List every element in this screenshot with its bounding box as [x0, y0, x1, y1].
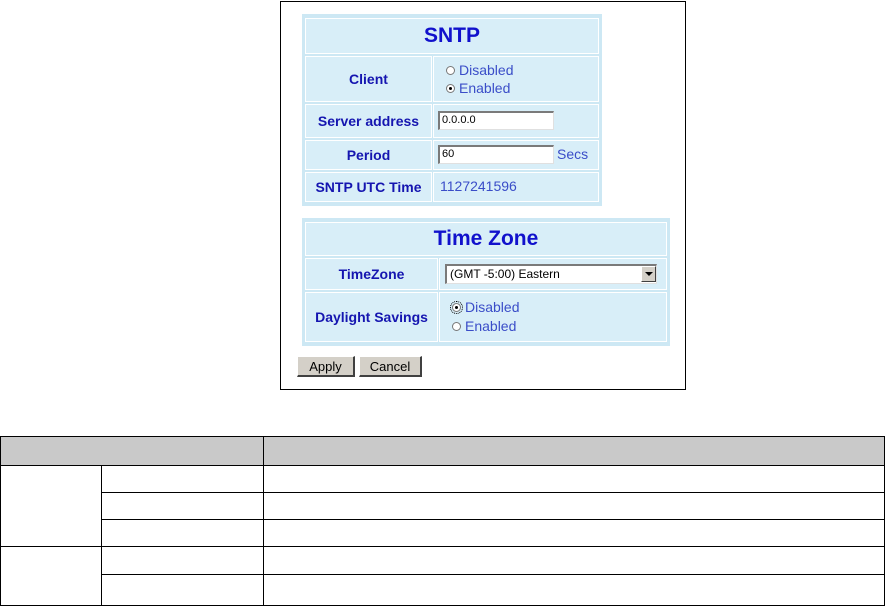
- dst-disabled-radio[interactable]: [450, 301, 463, 314]
- client-disabled-label: Disabled: [459, 62, 514, 78]
- client-disabled-radio[interactable]: [446, 66, 455, 75]
- client-enabled-label: Enabled: [459, 80, 511, 96]
- utc-time-value: 1127241596: [440, 178, 517, 194]
- server-address-input[interactable]: 0.0.0.0: [438, 111, 554, 130]
- table-row-divider: [0, 546, 885, 547]
- server-address-label: Server address: [305, 104, 432, 138]
- dst-enabled-label: Enabled: [465, 318, 517, 334]
- sntp-title: SNTP: [305, 18, 599, 54]
- dst-enabled-radio[interactable]: [452, 322, 461, 331]
- period-label: Period: [305, 140, 432, 170]
- timezone-label: TimeZone: [305, 258, 438, 290]
- table-border: [0, 436, 1, 606]
- table-border: [0, 605, 885, 606]
- table-column-divider: [263, 436, 264, 606]
- client-label: Client: [305, 56, 432, 102]
- table-row-divider: [101, 519, 885, 520]
- table-row-divider: [101, 492, 885, 493]
- dst-disabled-label: Disabled: [465, 299, 520, 315]
- period-unit: Secs: [557, 146, 589, 162]
- period-input[interactable]: 60: [438, 145, 554, 164]
- table-row-divider: [101, 574, 885, 575]
- table-column-divider: [101, 465, 102, 606]
- timezone-selected-value: (GMT -5:00) Eastern: [450, 267, 560, 281]
- table-header-row: [0, 436, 885, 465]
- utc-time-label: SNTP UTC Time: [305, 172, 432, 202]
- apply-button[interactable]: Apply: [297, 356, 355, 377]
- daylight-savings-label: Daylight Savings: [305, 292, 438, 342]
- table-border: [0, 436, 885, 437]
- table-border: [884, 436, 885, 606]
- timezone-title: Time Zone: [305, 222, 667, 256]
- chevron-down-icon[interactable]: [641, 266, 656, 282]
- reference-table: [0, 436, 885, 606]
- client-enabled-radio[interactable]: [446, 84, 455, 93]
- cancel-button[interactable]: Cancel: [359, 356, 422, 377]
- table-border: [0, 465, 885, 466]
- timezone-select[interactable]: (GMT -5:00) Eastern: [445, 264, 657, 284]
- client-options-cell: [433, 56, 599, 102]
